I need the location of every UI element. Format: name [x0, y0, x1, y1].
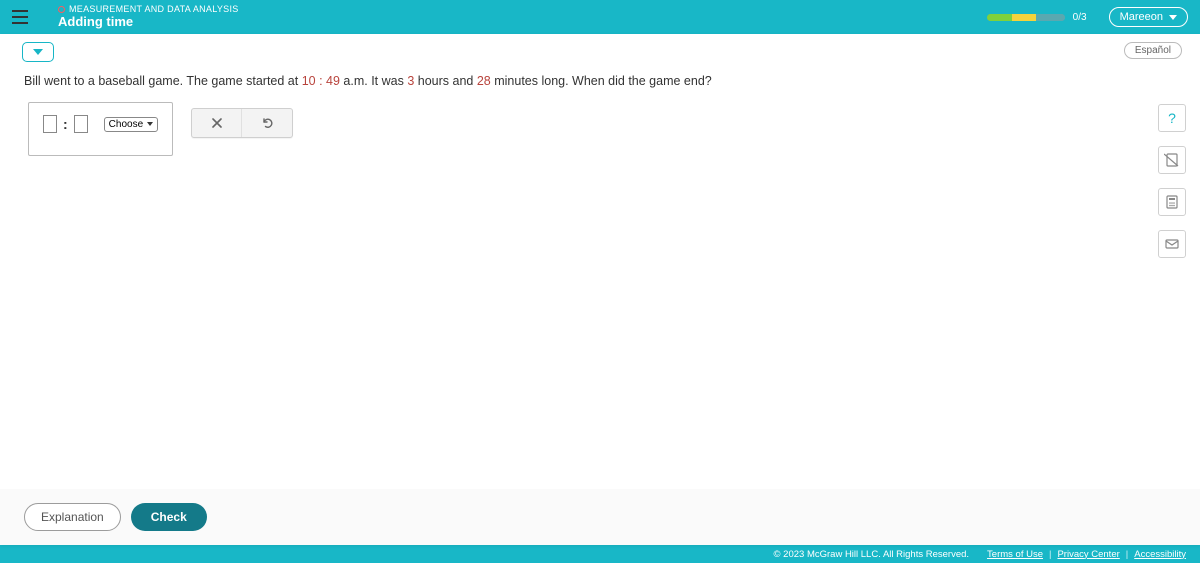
- menu-icon[interactable]: [12, 4, 38, 30]
- question-text: Bill went to a baseball game. The game s…: [0, 62, 1200, 102]
- close-icon: [211, 117, 223, 129]
- undo-icon: [260, 116, 274, 130]
- q-minutes: 28: [477, 74, 491, 88]
- footer-sep: |: [1126, 549, 1128, 560]
- answer-row: : Choose: [0, 102, 1200, 156]
- envelope-icon: [1164, 236, 1180, 252]
- check-button[interactable]: Check: [131, 503, 207, 531]
- q-mid1: a.m. It was: [340, 74, 407, 88]
- category-dot-icon: [58, 6, 65, 13]
- content-panel: Español Bill went to a baseball game. Th…: [0, 34, 1200, 545]
- progress-text: 0/3: [1073, 12, 1087, 23]
- input-actions: [191, 108, 293, 138]
- clear-button[interactable]: [192, 109, 242, 137]
- chevron-down-icon: [147, 122, 153, 126]
- calculator-icon: [1164, 194, 1180, 210]
- collapse-toggle[interactable]: [22, 42, 54, 62]
- app-header: MEASUREMENT AND DATA ANALYSIS Adding tim…: [0, 0, 1200, 34]
- language-toggle[interactable]: Español: [1124, 42, 1182, 59]
- terms-link[interactable]: Terms of Use: [987, 549, 1043, 560]
- chevron-down-icon: [1169, 15, 1177, 20]
- privacy-link[interactable]: Privacy Center: [1057, 549, 1119, 560]
- footer-bar: © 2023 McGraw Hill LLC. All Rights Reser…: [0, 545, 1200, 563]
- question-mark-icon: ?: [1168, 110, 1176, 126]
- help-button[interactable]: ?: [1158, 104, 1186, 132]
- message-button[interactable]: [1158, 230, 1186, 258]
- header-titles: MEASUREMENT AND DATA ANALYSIS Adding tim…: [58, 5, 239, 29]
- calculator-slash-icon: [1164, 152, 1180, 168]
- time-colon: :: [63, 116, 68, 132]
- bottom-controls: Explanation Check: [0, 489, 1200, 545]
- explanation-button[interactable]: Explanation: [24, 503, 121, 531]
- hour-input[interactable]: [43, 115, 57, 133]
- undo-button[interactable]: [242, 109, 292, 137]
- tool-rail: ?: [1158, 104, 1186, 258]
- user-name: Mareeon: [1120, 11, 1163, 23]
- answer-input-card: : Choose: [28, 102, 173, 156]
- minute-input[interactable]: [74, 115, 88, 133]
- user-menu[interactable]: Mareeon: [1109, 7, 1188, 27]
- q-pre: Bill went to a baseball game. The game s…: [24, 74, 302, 88]
- page-title: Adding time: [58, 15, 239, 29]
- ampm-label: Choose: [109, 119, 143, 130]
- q-time: 10 : 49: [302, 74, 340, 88]
- accessibility-link[interactable]: Accessibility: [1134, 549, 1186, 560]
- calculator-button[interactable]: [1158, 188, 1186, 216]
- q-post: minutes long. When did the game end?: [491, 74, 712, 88]
- progress-block: 0/3: [987, 12, 1087, 23]
- calculator-off-button[interactable]: [1158, 146, 1186, 174]
- chevron-down-icon: [33, 49, 43, 55]
- q-mid2: hours and: [414, 74, 477, 88]
- ampm-select[interactable]: Choose: [104, 117, 158, 132]
- progress-bar: [987, 14, 1065, 21]
- footer-sep: |: [1049, 549, 1051, 560]
- copyright-text: © 2023 McGraw Hill LLC. All Rights Reser…: [774, 549, 970, 560]
- app-root: MEASUREMENT AND DATA ANALYSIS Adding tim…: [0, 0, 1200, 563]
